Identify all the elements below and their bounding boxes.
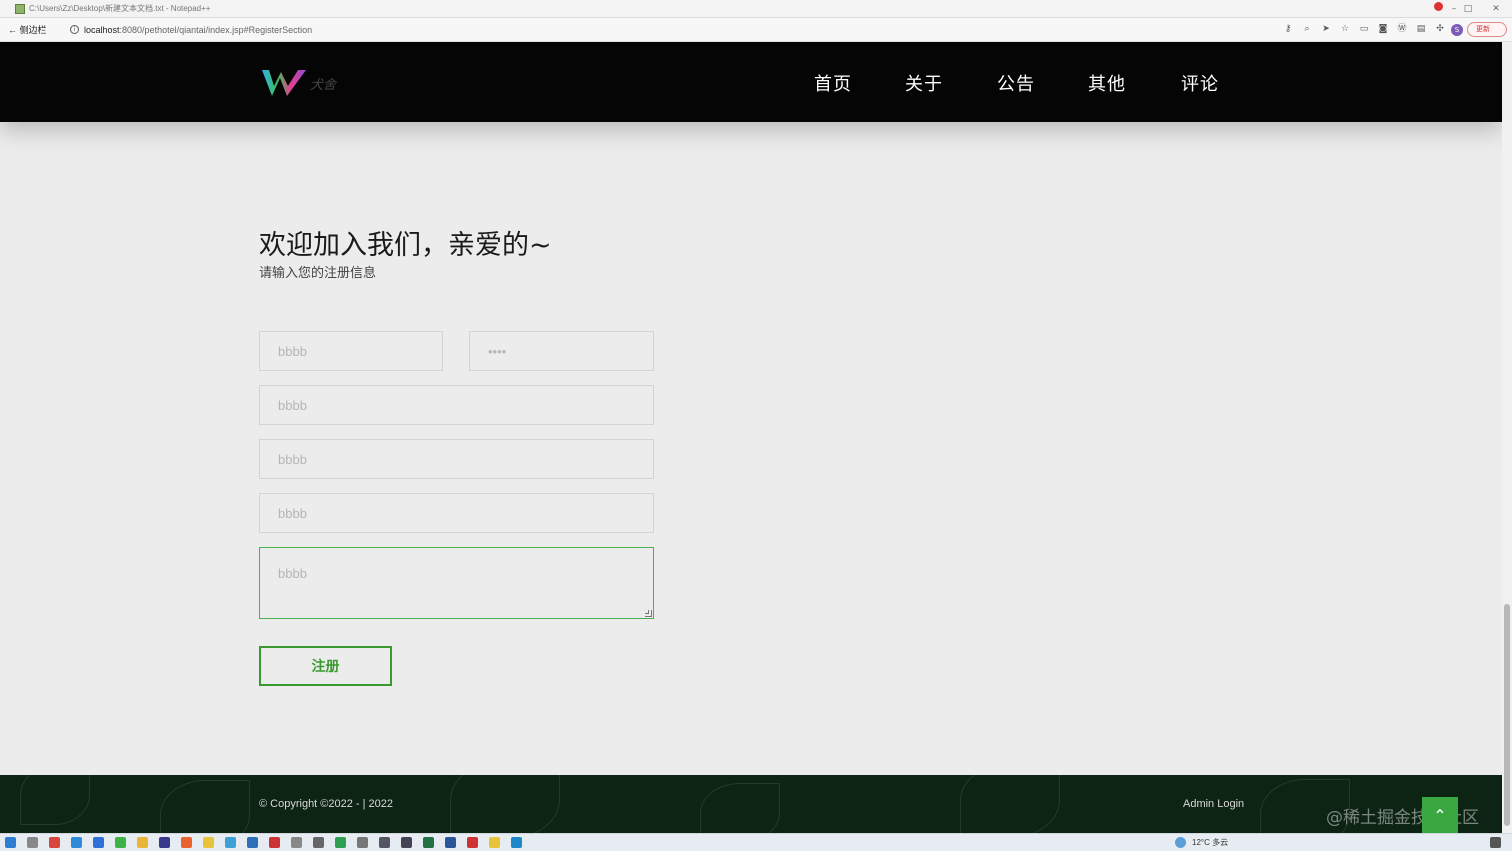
app-icon[interactable]	[269, 837, 280, 848]
share-icon[interactable]: ➤	[1320, 23, 1332, 35]
zoom-icon[interactable]: ⌕	[1301, 23, 1313, 35]
update-button[interactable]: 更新	[1467, 22, 1507, 37]
puzzle-icon[interactable]: ✣	[1434, 23, 1446, 35]
wikipedia-icon[interactable]: Ⓦ	[1396, 23, 1408, 35]
site-logo-icon[interactable]	[260, 68, 350, 98]
register-button[interactable]: 注册	[259, 646, 392, 686]
app-icon[interactable]	[247, 837, 258, 848]
footer-leaf-decoration	[160, 780, 250, 833]
url-field[interactable]: localhost:8080/pethotel/qiantai/index.js…	[84, 25, 312, 35]
app-icon[interactable]	[49, 837, 60, 848]
app-icon[interactable]	[93, 837, 104, 848]
window-title: C:\Users\Zz\Desktop\新建文本文档.txt - Notepad…	[29, 4, 211, 13]
notification-center-icon[interactable]	[1490, 837, 1501, 848]
folder-icon[interactable]	[203, 837, 214, 848]
back-button[interactable]: ← 侧边栏	[8, 23, 64, 36]
nav-item-announcements[interactable]: 公告	[997, 70, 1035, 96]
register-title: 欢迎加入我们，亲爱的~	[259, 230, 552, 261]
app-icon[interactable]	[489, 837, 500, 848]
app-icon[interactable]	[291, 837, 302, 848]
profile-avatar[interactable]: S	[1451, 24, 1463, 36]
notepad-icon	[15, 3, 25, 14]
username-field[interactable]: bbbb	[259, 331, 443, 371]
key-icon[interactable]: ⚷	[1282, 23, 1294, 35]
app-icon[interactable]	[71, 837, 82, 848]
extension-icon[interactable]: ▭	[1358, 23, 1370, 35]
camera-icon[interactable]: ◙	[1377, 23, 1389, 35]
app-icon[interactable]	[335, 837, 346, 848]
screen-icon[interactable]: ▤	[1415, 23, 1427, 35]
browser-address-bar: ← 侧边栏 i localhost:8080/pethotel/qiantai/…	[0, 18, 1512, 42]
message-text: bbbb	[278, 566, 307, 581]
app-icon[interactable]	[401, 837, 412, 848]
footer-leaf-decoration	[20, 775, 90, 825]
wechat-icon[interactable]	[115, 837, 126, 848]
weather-text[interactable]: 12°C 多云	[1192, 837, 1228, 848]
url-host: localhost	[84, 24, 120, 35]
start-icon[interactable]	[5, 837, 16, 848]
edge-icon[interactable]	[511, 837, 522, 848]
nav-item-other[interactable]: 其他	[1088, 70, 1126, 96]
search-icon[interactable]	[27, 837, 38, 848]
url-path: :8080/pethotel/qiantai/index.jsp#Registe…	[119, 24, 313, 35]
register-field-5[interactable]: bbbb	[259, 493, 654, 533]
nav-item-about[interactable]: 关于	[905, 70, 943, 96]
admin-login-link[interactable]: Admin Login	[1183, 798, 1244, 810]
window-titlebar: C:\Users\Zz\Desktop\新建文本文档.txt - Notepad…	[0, 0, 1512, 18]
excel-icon[interactable]	[423, 837, 434, 848]
footer-leaf-decoration	[700, 783, 780, 833]
site-footer: © Copyright ©2022 - | 2022 Admin Login @…	[0, 775, 1502, 833]
site-navbar: 犬舍 首页 关于 公告 其他 评论	[0, 42, 1502, 122]
footer-leaf-decoration	[960, 775, 1060, 833]
weather-icon	[1175, 837, 1186, 848]
footer-copyright: © Copyright ©2022 - | 2022	[259, 798, 394, 810]
close-button[interactable]: ✕	[1482, 0, 1510, 18]
app-icon[interactable]	[181, 837, 192, 848]
windows-taskbar: 12°C 多云	[0, 833, 1512, 851]
word-icon[interactable]	[445, 837, 456, 848]
password-field[interactable]: ••••	[469, 331, 654, 371]
toolbar-icons: ⚷ ⌕ ➤ ☆ ▭ ◙ Ⓦ ▤ ✣	[1282, 23, 1446, 35]
register-field-4[interactable]: bbbb	[259, 439, 654, 479]
back-to-top-button[interactable]: ⌃	[1422, 797, 1458, 833]
app-icon[interactable]	[357, 837, 368, 848]
app-icon[interactable]	[379, 837, 390, 848]
nav-item-comments[interactable]: 评论	[1181, 70, 1219, 96]
page-viewport: 犬舍 首页 关于 公告 其他 评论 欢迎加入我们，亲爱的~ 请输入您的注册信息 …	[0, 42, 1502, 833]
register-field-3[interactable]: bbbb	[259, 385, 654, 425]
message-textarea[interactable]: bbbb	[259, 547, 654, 619]
register-subtitle: 请输入您的注册信息	[259, 266, 377, 281]
logo-subtitle: 犬舍	[310, 78, 337, 93]
app-icon[interactable]	[225, 837, 236, 848]
app-icon[interactable]	[467, 837, 478, 848]
footer-leaf-decoration	[450, 775, 560, 833]
star-icon[interactable]: ☆	[1339, 23, 1351, 35]
scrollbar-thumb[interactable]	[1504, 604, 1510, 826]
page-scrollbar[interactable]	[1502, 42, 1512, 833]
resize-handle-icon[interactable]	[645, 610, 652, 617]
app-icon[interactable]	[313, 837, 324, 848]
maximize-button[interactable]: □	[1454, 0, 1482, 18]
chrome-icon[interactable]	[137, 837, 148, 848]
nav-item-home[interactable]: 首页	[814, 70, 852, 96]
app-icon[interactable]	[159, 837, 170, 848]
site-info-icon[interactable]: i	[70, 25, 79, 34]
